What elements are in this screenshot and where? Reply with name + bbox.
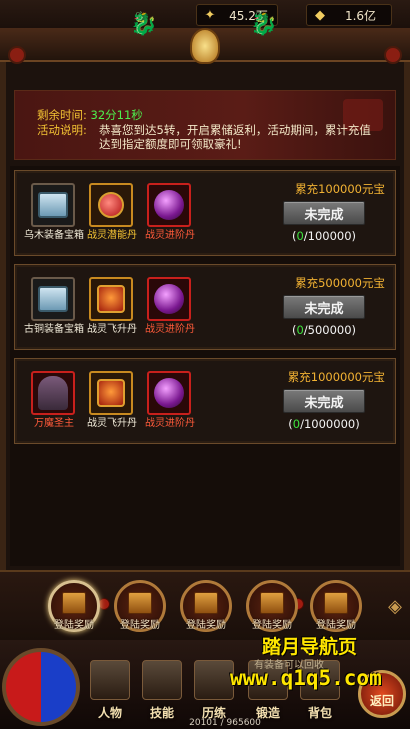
corner-ornament-icon: [384, 46, 402, 64]
progress-total: /100000: [303, 229, 352, 243]
reward-item[interactable]: 乌木装备宝箱: [23, 183, 85, 247]
progress-total: /1000000: [300, 417, 356, 431]
item-name: 战灵潜能丹: [87, 230, 137, 241]
nav-label: 背包: [307, 706, 332, 720]
reward-card-2: 古铜装备宝箱 战灵飞升丹 战灵进阶丹 累充500000元宝 未完成 (0/500…: [14, 264, 396, 350]
progress-current: 0: [292, 417, 301, 431]
hp-mp-orb-icon: [2, 648, 80, 726]
gift-box-icon: [260, 592, 284, 614]
reward-card-1: 乌木装备宝箱 战灵潜能丹 战灵进阶丹 累充100000元宝 未完成 (0/100…: [14, 170, 396, 256]
item-slot: [31, 277, 75, 321]
blue-chest-icon: [38, 192, 68, 218]
reward-card-3: 万魔圣主 战灵飞升丹 战灵进阶丹 累充1000000元宝 未完成 (0/1000…: [14, 358, 396, 444]
reward-item[interactable]: 战灵飞升丹: [81, 371, 143, 435]
dragon-right-icon: 🐉: [250, 12, 278, 37]
purple-orb-icon: [154, 190, 184, 220]
claim-button[interactable]: 未完成: [283, 201, 365, 225]
item-slot: [147, 277, 191, 321]
login-reward-label: 登陆奖励: [316, 620, 356, 631]
claim-button[interactable]: 未完成: [283, 389, 365, 413]
fly-pill-icon: [97, 379, 125, 407]
exp-readout: 20101 / 965600: [189, 718, 261, 728]
item-slot: [147, 371, 191, 415]
red-pill-icon: [98, 192, 124, 218]
recharge-target: 累充100000元宝: [295, 182, 385, 196]
corner-ornament-icon: [8, 46, 26, 64]
reward-item[interactable]: 战灵进阶丹: [139, 371, 201, 435]
purple-orb-icon: [154, 378, 184, 408]
progress-total: /500000: [303, 323, 352, 337]
claim-button[interactable]: 未完成: [283, 295, 365, 319]
item-name: 战灵进阶丹: [145, 230, 195, 241]
watermark-title: 踏月导航页: [262, 636, 358, 658]
login-reward-label: 登陆奖励: [54, 620, 94, 631]
item-name: 战灵飞升丹: [87, 418, 137, 429]
reward-item[interactable]: 战灵进阶丹: [139, 277, 201, 341]
scroll-right-icon[interactable]: ◈: [388, 596, 402, 617]
character-icon: [38, 376, 68, 410]
desc-label: 活动说明:: [37, 123, 87, 137]
dragon-left-icon: 🐉: [130, 12, 158, 37]
item-slot: [147, 183, 191, 227]
login-reward-1[interactable]: 登陆奖励: [48, 580, 100, 632]
login-reward-label: 登陆奖励: [252, 620, 292, 631]
item-name: 战灵进阶丹: [145, 324, 195, 335]
time-value: 32分11秒: [90, 108, 143, 122]
item-slot: [31, 183, 75, 227]
gold-value: 1.6亿: [344, 8, 377, 23]
recharge-target: 累充1000000元宝: [287, 370, 385, 384]
reward-item[interactable]: 战灵进阶丹: [139, 183, 201, 247]
item-name: 战灵飞升丹: [87, 324, 137, 335]
login-reward-label: 登陆奖励: [120, 620, 160, 631]
reward-item[interactable]: 战灵潜能丹: [81, 183, 143, 247]
gift-box-icon: [324, 592, 348, 614]
character-nav-icon: [90, 660, 130, 700]
item-name: 乌木装备宝箱: [24, 230, 84, 241]
login-reward-2[interactable]: 登陆奖励: [114, 580, 166, 632]
watermark-url: www.q1q5.com: [230, 666, 382, 690]
reward-item[interactable]: 战灵飞升丹: [81, 277, 143, 341]
training-icon: [194, 660, 234, 700]
item-name: 战灵进阶丹: [145, 418, 195, 429]
gift-box-icon: [194, 592, 218, 614]
progress-current: 0: [296, 323, 304, 337]
gift-box-icon: [128, 592, 152, 614]
login-reward-strip: 登陆奖励 登陆奖励 登陆奖励 登陆奖励 登陆奖励 ◈: [0, 570, 410, 640]
progress-current: 0: [296, 229, 304, 243]
gold-balance[interactable]: ◆ 1.6亿: [306, 4, 392, 26]
progress-readout: (0/1000000): [288, 417, 360, 431]
progress-readout: (0/500000): [291, 323, 357, 337]
nav-skills[interactable]: 技能: [136, 660, 188, 722]
blue-chest-icon: [38, 286, 68, 312]
item-slot: [89, 277, 133, 321]
nav-label: 人物: [97, 706, 122, 720]
item-name: 万魔圣主: [34, 418, 74, 429]
fly-pill-icon: [97, 285, 125, 313]
reward-list[interactable]: 乌木装备宝箱 战灵潜能丹 战灵进阶丹 累充100000元宝 未完成 (0/100…: [10, 166, 400, 566]
event-banner: 剩余时间: 32分11秒 活动说明: 恭喜您到达5转，开启累储返利，活动期间，累…: [14, 90, 396, 160]
item-slot: [89, 371, 133, 415]
recharge-target: 累充500000元宝: [295, 276, 385, 290]
book-icon: [142, 660, 182, 700]
login-reward-5[interactable]: 登陆奖励: [310, 580, 362, 632]
desc-text: 恭喜您到达5转，开启累储返利，活动期间，累计充值达到指定额度即可领取豪礼!: [99, 123, 371, 151]
gold-icon: ◆: [315, 7, 325, 23]
nav-character[interactable]: 人物: [84, 660, 136, 722]
item-slot: [31, 371, 75, 415]
reward-item[interactable]: 古铜装备宝箱: [23, 277, 85, 341]
login-reward-4[interactable]: 登陆奖励: [246, 580, 298, 632]
site-watermark: 踏月导航页 有装备可以回收 www.q1q5.com: [230, 632, 410, 692]
purple-orb-icon: [154, 284, 184, 314]
item-name: 古铜装备宝箱: [24, 324, 84, 335]
progress-readout: (0/100000): [291, 229, 357, 243]
login-reward-3[interactable]: 登陆奖励: [180, 580, 232, 632]
time-label: 剩余时间:: [37, 108, 87, 122]
login-reward-label: 登陆奖励: [186, 620, 226, 631]
item-slot: [89, 183, 133, 227]
reward-item[interactable]: 万魔圣主: [23, 371, 85, 435]
remaining-time: 剩余时间: 32分11秒: [37, 108, 143, 122]
emblem-icon: [190, 28, 220, 64]
gift-box-icon: [62, 592, 86, 614]
ingot-icon: ✦: [204, 7, 216, 23]
